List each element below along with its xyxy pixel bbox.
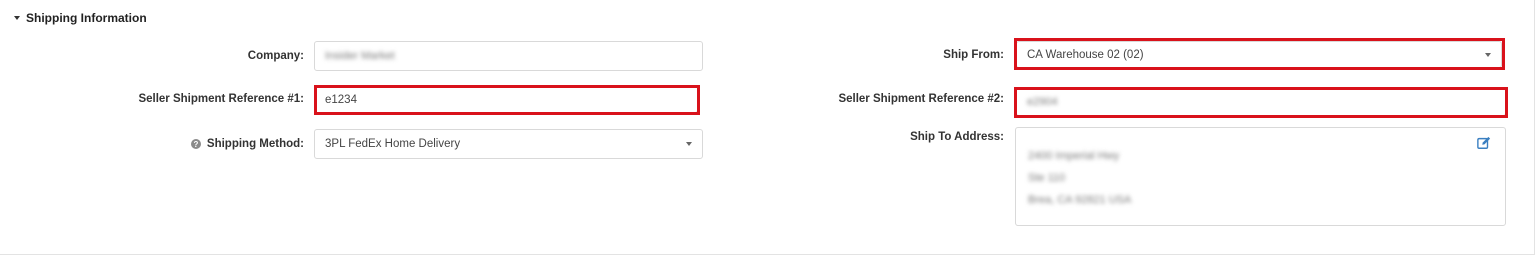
ship-from-label-text: Ship From: (943, 49, 1004, 61)
seller-ref1-label-text: Seller Shipment Reference #1: (138, 93, 304, 105)
company-label: Company: (20, 46, 304, 66)
seller-ref2-value: e2904 (1027, 96, 1058, 108)
shipping-method-label-text: Shipping Method: (206, 138, 304, 150)
shipping-method-select[interactable]: 3PL FedEx Home Delivery (314, 129, 703, 159)
caret-down-icon (14, 16, 20, 20)
company-value: Insider Market (325, 50, 395, 62)
company-field[interactable]: Insider Market (314, 41, 703, 71)
chevron-down-icon (1485, 52, 1491, 57)
chevron-down-icon (686, 142, 692, 146)
edit-icon[interactable] (1477, 136, 1491, 150)
company-label-text: Company: (247, 50, 304, 62)
address-line-2: Ste 110 (1028, 172, 1066, 184)
question-circle-icon[interactable]: ? (190, 139, 201, 149)
shipping-information-panel: Shipping Information Company: Insider Ma… (0, 0, 1535, 255)
seller-ref1-value: e1234 (325, 93, 357, 106)
section-toggle[interactable]: Shipping Information (14, 9, 147, 27)
shipping-method-value: 3PL FedEx Home Delivery (325, 138, 461, 150)
ship-to-address-box: 2400 Imperial Hwy Ste 110 Brea, CA 92821… (1015, 127, 1506, 226)
seller-ref2-label-text: Seller Shipment Reference #2: (838, 93, 1004, 105)
seller-ref2-label: Seller Shipment Reference #2: (720, 89, 1004, 109)
ship-to-address-label: Ship To Address: (720, 127, 1004, 147)
section-title: Shipping Information (26, 11, 147, 25)
ship-to-address-label-text: Ship To Address: (910, 131, 1004, 143)
seller-ref1-label: Seller Shipment Reference #1: (20, 89, 304, 109)
seller-ref2-input[interactable]: e2904 (1016, 88, 1506, 116)
shipping-method-label: ? Shipping Method: (20, 134, 304, 154)
ship-from-value: CA Warehouse 02 (02) (1027, 48, 1144, 61)
seller-ref1-input[interactable]: e1234 (314, 86, 698, 113)
address-line-1: 2400 Imperial Hwy (1028, 150, 1120, 162)
ship-from-label: Ship From: (720, 45, 1004, 65)
ship-from-select[interactable]: CA Warehouse 02 (02) (1016, 41, 1502, 68)
address-line-3: Brea, CA 92821 USA (1028, 194, 1132, 206)
